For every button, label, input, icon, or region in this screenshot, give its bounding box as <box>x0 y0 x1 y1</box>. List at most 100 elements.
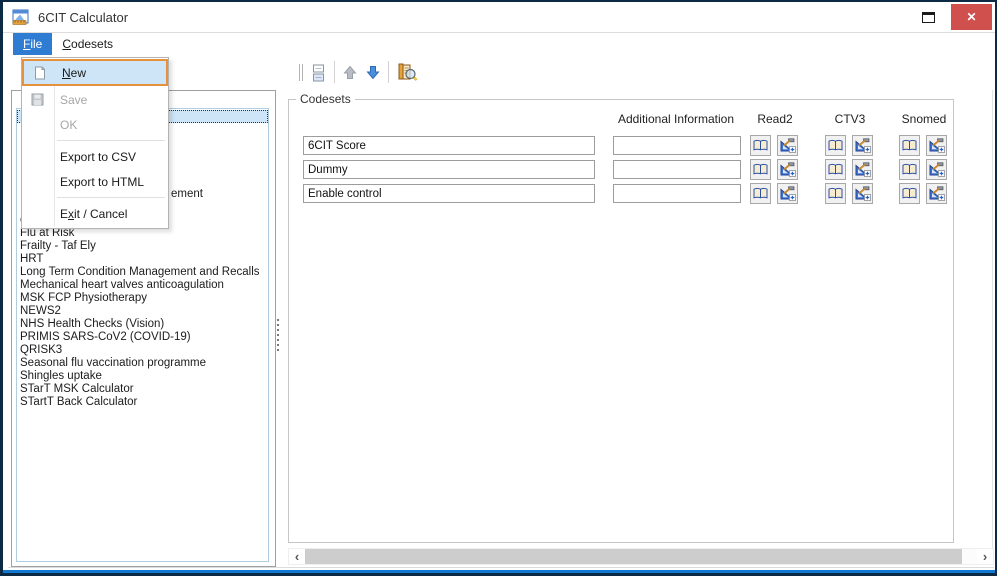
codesets-groupbox: Codesets Additional Information Read2 CT… <box>288 99 954 543</box>
menu-item-new[interactable]: New <box>22 59 168 86</box>
titlebar: 6CIT Calculator ✕ <box>3 2 995 33</box>
snomed-codeset-builder-button[interactable] <box>926 135 947 156</box>
read2-codeset-browser-button[interactable] <box>750 183 771 204</box>
move-down-button[interactable] <box>365 64 381 81</box>
column-header-read2: Read2 <box>747 112 803 126</box>
read2-codeset-builder-button[interactable] <box>777 183 798 204</box>
list-item[interactable]: STartT Back Calculator <box>17 396 268 409</box>
column-header-ctv3: CTV3 <box>822 112 878 126</box>
open-book-icon <box>902 187 917 200</box>
build-codeset-icon <box>780 138 796 153</box>
toolbar-grip-handle[interactable] <box>299 64 303 81</box>
build-codeset-icon <box>780 162 796 177</box>
groupbox-label: Codesets <box>296 92 355 106</box>
up-arrow-icon <box>343 65 357 80</box>
build-codeset-icon <box>929 138 945 153</box>
build-codeset-icon <box>855 162 871 177</box>
list-item[interactable]: NEWS2 <box>17 305 268 318</box>
list-item[interactable]: QRISK3 <box>17 344 268 357</box>
open-book-icon <box>753 187 768 200</box>
menu-item-ok[interactable]: OK <box>22 112 168 137</box>
menu-item-exit-cancel[interactable]: Exit / Cancel <box>22 201 168 226</box>
menubar: File Codesets <box>3 33 995 55</box>
list-item[interactable]: Shingles uptake <box>17 370 268 383</box>
save-floppy-icon <box>22 93 53 106</box>
snomed-codeset-browser-button[interactable] <box>899 135 920 156</box>
ctv3-codeset-browser-button[interactable] <box>825 135 846 156</box>
stacked-boxes-icon <box>311 62 326 83</box>
open-book-icon <box>753 163 768 176</box>
window-title: 6CIT Calculator <box>38 10 128 25</box>
scroll-right-button[interactable]: › <box>977 549 993 564</box>
window-controls: ✕ <box>922 4 995 30</box>
column-header-snomed: Snomed <box>893 112 955 126</box>
list-item[interactable]: Seasonal flu vaccination programme <box>17 357 268 370</box>
snomed-codeset-browser-button[interactable] <box>899 183 920 204</box>
open-book-icon <box>828 187 843 200</box>
open-book-icon <box>753 139 768 152</box>
app-icon <box>12 9 30 26</box>
additional-information-input[interactable] <box>613 184 741 203</box>
snomed-codeset-builder-button[interactable] <box>926 159 947 180</box>
build-codeset-icon <box>929 186 945 201</box>
build-codeset-icon <box>855 138 871 153</box>
list-item[interactable]: HRT <box>17 253 268 266</box>
list-item[interactable]: PRIMIS SARS-CoV2 (COVID-19) <box>17 331 268 344</box>
toolbar-separator <box>334 61 335 83</box>
codeset-name-input[interactable] <box>303 184 595 203</box>
snomed-codeset-builder-button[interactable] <box>926 183 947 204</box>
read2-codeset-builder-button[interactable] <box>777 159 798 180</box>
list-item[interactable]: Frailty - Taf Ely <box>17 240 268 253</box>
additional-information-input[interactable] <box>613 160 741 179</box>
open-book-icon <box>828 139 843 152</box>
book-magnifier-icon <box>397 61 418 83</box>
codeset-name-input[interactable] <box>303 160 595 179</box>
menubar-item-file[interactable]: File <box>13 33 52 55</box>
ctv3-codeset-browser-button[interactable] <box>825 159 846 180</box>
down-arrow-icon <box>366 65 380 80</box>
scroll-left-button[interactable]: ‹ <box>289 549 305 564</box>
horizontal-scrollbar[interactable]: ‹ › <box>288 548 994 565</box>
read2-codeset-browser-button[interactable] <box>750 159 771 180</box>
menu-item-export-html[interactable]: Export to HTML <box>22 169 168 194</box>
toolbar <box>299 58 419 86</box>
additional-information-input[interactable] <box>613 136 741 155</box>
ctv3-codeset-builder-button[interactable] <box>852 159 873 180</box>
new-document-icon <box>24 66 55 80</box>
snomed-codeset-browser-button[interactable] <box>899 159 920 180</box>
menu-item-save[interactable]: Save <box>22 87 168 112</box>
panel-splitter-handle[interactable] <box>277 319 279 351</box>
move-up-button[interactable] <box>342 64 358 81</box>
close-button[interactable]: ✕ <box>951 4 992 30</box>
menu-item-export-csv[interactable]: Export to CSV <box>22 144 168 169</box>
build-codeset-icon <box>780 186 796 201</box>
list-item[interactable]: STarT MSK Calculator <box>17 383 268 396</box>
content-bottom-divider <box>8 567 994 568</box>
build-codeset-icon <box>929 162 945 177</box>
list-item[interactable]: Mechanical heart valves anticoagulation <box>17 279 268 292</box>
toolbar-separator <box>388 61 389 83</box>
read2-codeset-builder-button[interactable] <box>777 135 798 156</box>
ctv3-codeset-builder-button[interactable] <box>852 135 873 156</box>
menubar-item-codesets[interactable]: Codesets <box>52 33 123 55</box>
scrollbar-thumb[interactable] <box>305 549 962 564</box>
window-bottom-accent <box>3 570 995 573</box>
codeset-name-input[interactable] <box>303 136 595 155</box>
read2-codeset-browser-button[interactable] <box>750 135 771 156</box>
menu-separator <box>57 197 165 198</box>
build-codeset-icon <box>855 186 871 201</box>
maximize-button[interactable] <box>922 12 935 23</box>
reorder-items-button[interactable] <box>310 61 327 84</box>
list-item[interactable]: MSK FCP Physiotherapy <box>17 292 268 305</box>
list-item[interactable]: NHS Health Checks (Vision) <box>17 318 268 331</box>
find-codeset-button[interactable] <box>396 60 419 84</box>
open-book-icon <box>902 163 917 176</box>
ctv3-codeset-builder-button[interactable] <box>852 183 873 204</box>
open-book-icon <box>902 139 917 152</box>
menu-separator <box>57 140 165 141</box>
partially-hidden-list-item-fragment: ement <box>171 188 203 201</box>
app-window: 6CIT Calculator ✕ File Codesets New <box>0 0 997 576</box>
ctv3-codeset-browser-button[interactable] <box>825 183 846 204</box>
open-book-icon <box>828 163 843 176</box>
list-item[interactable]: Long Term Condition Management and Recal… <box>17 266 268 279</box>
